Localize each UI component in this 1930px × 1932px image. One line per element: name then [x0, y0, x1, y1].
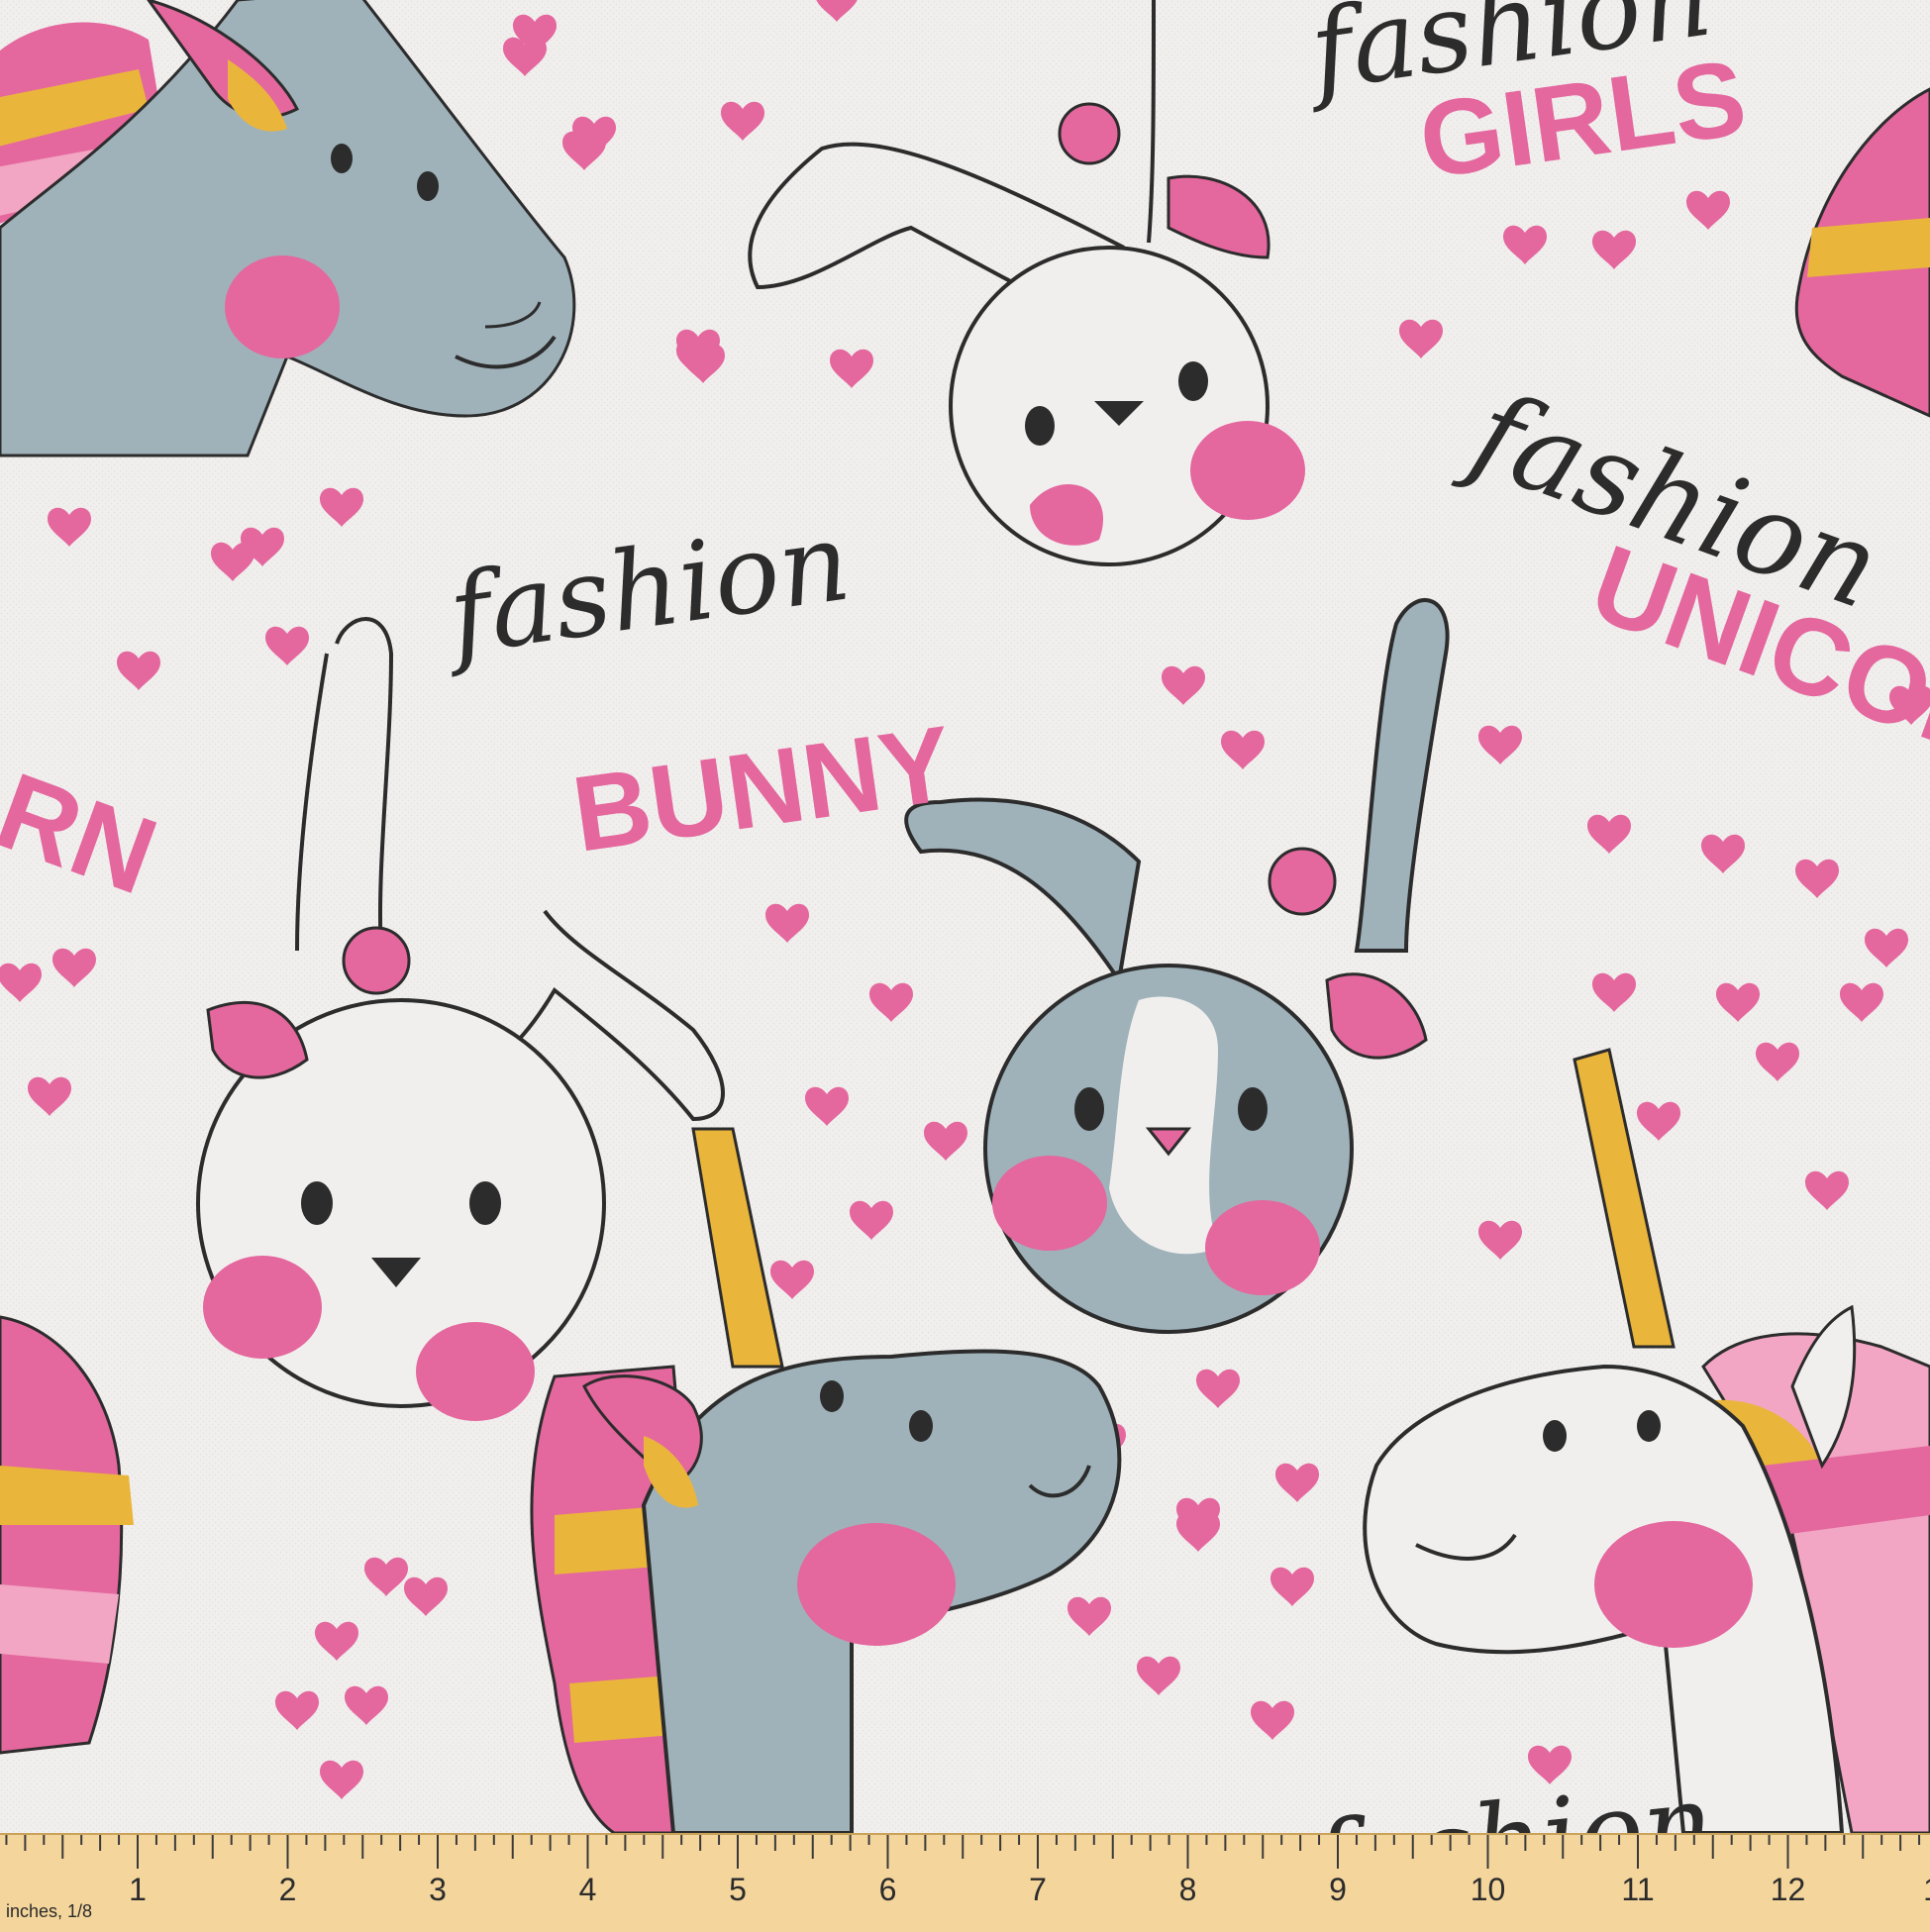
- ruler-unit-label: inches, 1/8: [6, 1901, 93, 1921]
- ruler-number: 4: [579, 1872, 597, 1907]
- ruler-number: 10: [1471, 1872, 1506, 1907]
- ruler-number: 6: [879, 1872, 897, 1907]
- ruler-number: 7: [1029, 1872, 1047, 1907]
- fabric-pattern: fashion BUNNY GIRLS fashion UNICORN RN f…: [0, 0, 1930, 1930]
- ruler-number: 3: [429, 1872, 447, 1907]
- measurement-ruler: 1234567891011121 inches, 1/8: [0, 1833, 1930, 1932]
- ruler-number: 1: [1923, 1872, 1930, 1907]
- ruler-number: 5: [729, 1872, 747, 1907]
- ruler-number: 12: [1771, 1872, 1806, 1907]
- ruler-number: 8: [1179, 1872, 1197, 1907]
- ruler-number: 11: [1621, 1872, 1654, 1907]
- ruler-scale: 1234567891011121: [0, 1835, 1930, 1932]
- ruler-number: 2: [279, 1872, 297, 1907]
- ruler-number: 9: [1329, 1872, 1347, 1907]
- ruler-number: 1: [129, 1872, 147, 1907]
